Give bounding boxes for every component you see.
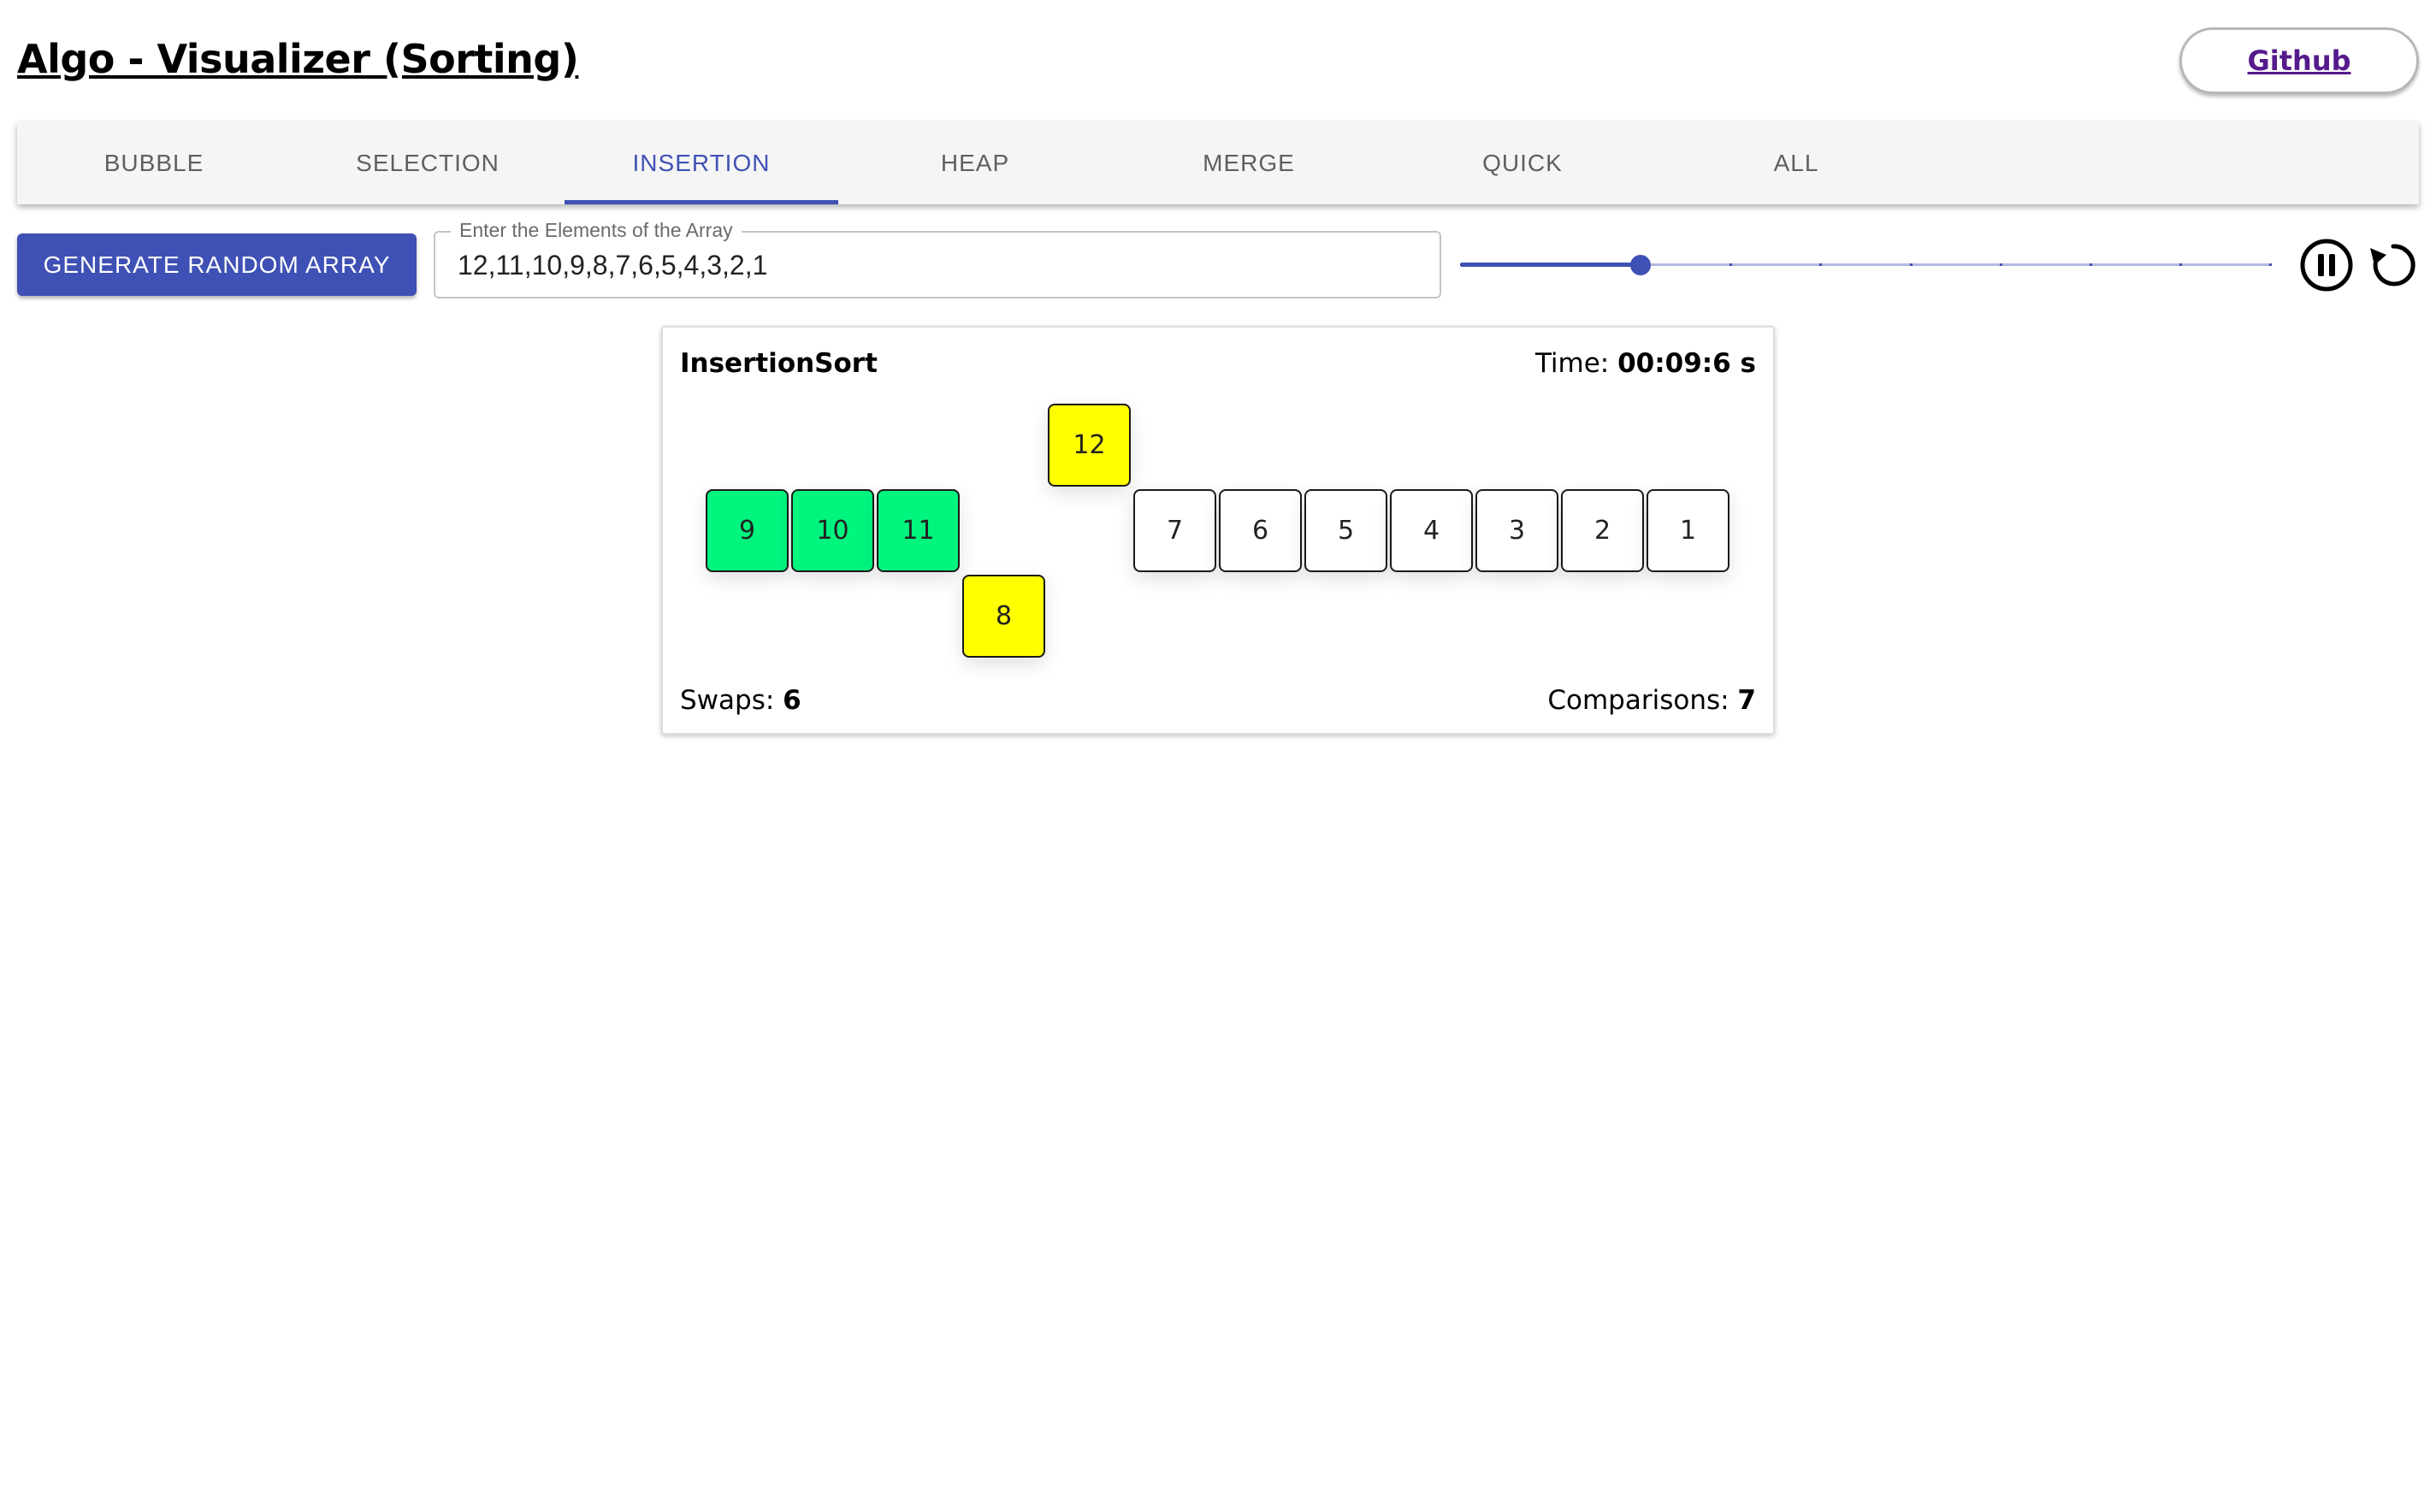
tab-bubble[interactable]: BUBBLE bbox=[17, 122, 291, 204]
slider-mark bbox=[1999, 263, 2002, 266]
array-input[interactable] bbox=[458, 250, 1416, 281]
comparisons-counter: Comparisons: 7 bbox=[1547, 685, 1756, 716]
speed-slider[interactable] bbox=[1460, 253, 2272, 277]
slider-mark bbox=[1729, 263, 1733, 266]
algorithm-tabs: BUBBLE SELECTION INSERTION HEAP MERGE QU… bbox=[17, 122, 2419, 204]
array-element: 4 bbox=[1390, 489, 1473, 572]
slider-mark bbox=[1550, 263, 1553, 266]
slider-mark bbox=[2089, 263, 2092, 266]
slider-mark bbox=[2179, 263, 2182, 266]
app-title: Algo - Visualizer (Sorting) bbox=[17, 36, 579, 82]
swaps-label: Swaps: bbox=[680, 685, 775, 716]
tab-merge[interactable]: MERGE bbox=[1112, 122, 1386, 204]
pause-circle-icon[interactable] bbox=[2299, 238, 2354, 292]
active-tab-indicator bbox=[565, 200, 838, 204]
array-element: 12 bbox=[1048, 404, 1131, 487]
array-input-field: Enter the Elements of the Array bbox=[434, 219, 1441, 298]
swaps-counter: Swaps: 6 bbox=[680, 685, 801, 716]
comparisons-value: 7 bbox=[1737, 685, 1756, 716]
github-link-button[interactable]: Github bbox=[2179, 27, 2419, 94]
tab-selection[interactable]: SELECTION bbox=[291, 122, 565, 204]
generate-random-array-button[interactable]: GENERATE RANDOM ARRAY bbox=[17, 233, 417, 296]
tab-all[interactable]: ALL bbox=[1659, 122, 1933, 204]
array-element: 9 bbox=[706, 489, 789, 572]
slider-mark bbox=[1819, 263, 1823, 266]
slider-mark bbox=[1909, 263, 1913, 266]
array-element: 1 bbox=[1647, 489, 1729, 572]
swaps-value: 6 bbox=[783, 685, 801, 716]
array-element: 5 bbox=[1304, 489, 1387, 572]
comparisons-label: Comparisons: bbox=[1547, 685, 1729, 716]
array-element: 2 bbox=[1561, 489, 1644, 572]
restart-icon[interactable] bbox=[2368, 239, 2419, 291]
array-element: 7 bbox=[1133, 489, 1216, 572]
array-element: 3 bbox=[1475, 489, 1558, 572]
slider-mark bbox=[2269, 263, 2272, 266]
array-element: 10 bbox=[791, 489, 874, 572]
tab-quick[interactable]: QUICK bbox=[1386, 122, 1659, 204]
array-element: 11 bbox=[877, 489, 960, 572]
array-input-label: Enter the Elements of the Array bbox=[451, 219, 742, 242]
array-visualization: 9 10 11 8 12 7 6 5 4 3 2 1 bbox=[663, 328, 1773, 733]
slider-thumb[interactable] bbox=[1630, 255, 1652, 275]
array-element: 6 bbox=[1219, 489, 1302, 572]
tab-heap[interactable]: HEAP bbox=[838, 122, 1112, 204]
array-element: 8 bbox=[962, 575, 1045, 658]
visualizer-panel: InsertionSort Time: 00:09:6 s 9 10 11 8 12 7 6… bbox=[661, 326, 1775, 735]
tab-insertion[interactable]: INSERTION bbox=[565, 122, 838, 204]
slider-mark bbox=[1460, 263, 1463, 266]
